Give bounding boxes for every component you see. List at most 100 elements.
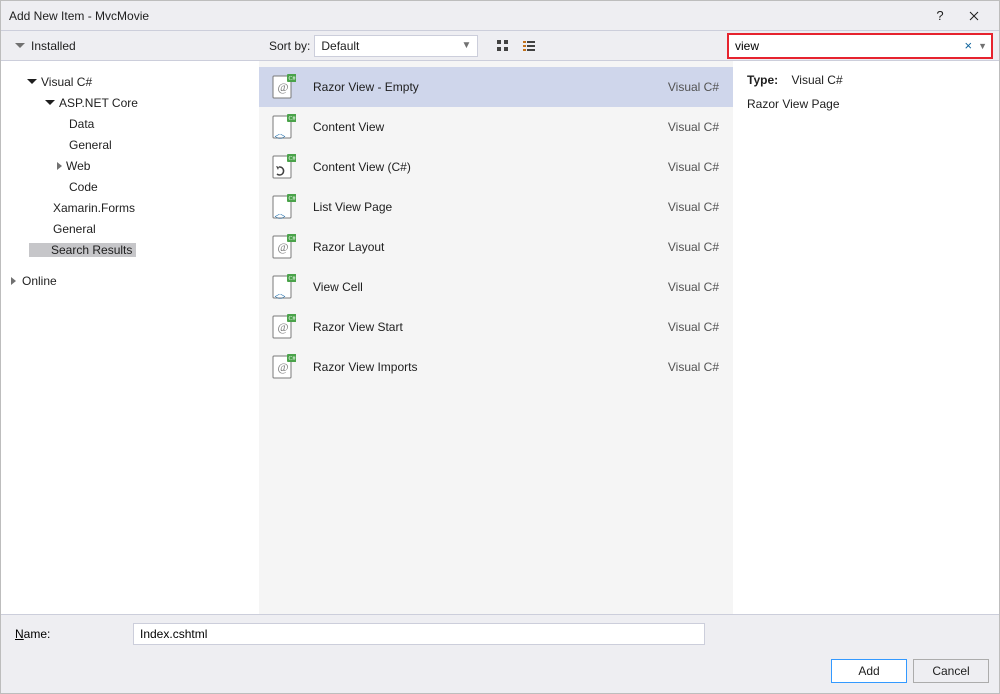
tree-label: Code bbox=[69, 180, 98, 194]
dialog-body: Visual C# ASP.NET Core Data General Web … bbox=[1, 61, 999, 614]
tree-label: Search Results bbox=[29, 243, 136, 257]
tree-label: Web bbox=[66, 159, 90, 173]
view-small-icons-button[interactable] bbox=[492, 35, 514, 57]
tree-node-search-results[interactable]: Search Results bbox=[7, 239, 253, 260]
template-language: Visual C# bbox=[668, 120, 719, 134]
tree-node-aspnet-core[interactable]: ASP.NET Core bbox=[7, 92, 253, 113]
expander-closed-icon bbox=[11, 277, 16, 285]
button-row: Add Cancel bbox=[11, 659, 989, 683]
template-icon: <> C# bbox=[269, 193, 297, 221]
add-button[interactable]: Add bbox=[831, 659, 907, 683]
tree-label: Data bbox=[69, 117, 94, 131]
tree-label: General bbox=[69, 138, 112, 152]
template-language: Visual C# bbox=[668, 280, 719, 294]
template-icon: @C# bbox=[269, 233, 297, 261]
expander-open-icon bbox=[27, 79, 37, 84]
tree-node-data[interactable]: Data bbox=[7, 113, 253, 134]
svg-text:@: @ bbox=[277, 80, 288, 94]
template-icon: <>C# bbox=[269, 113, 297, 141]
details-type-label: Type: bbox=[747, 73, 778, 87]
toolbar-row: Installed Sort by: Default ▼ × ▼ bbox=[1, 31, 999, 61]
template-icon: @C# bbox=[269, 313, 297, 341]
svg-text:C#: C# bbox=[288, 156, 295, 162]
tree-node-visual-csharp[interactable]: Visual C# bbox=[7, 71, 253, 92]
svg-text:@: @ bbox=[277, 360, 288, 374]
template-item[interactable]: @C# Razor View StartVisual C# bbox=[259, 307, 733, 347]
tree-header-label: Installed bbox=[31, 39, 76, 53]
details-description: Razor View Page bbox=[747, 97, 985, 111]
template-name: List View Page bbox=[313, 200, 668, 214]
template-language: Visual C# bbox=[668, 320, 719, 334]
window-title: Add New Item - MvcMovie bbox=[9, 9, 923, 23]
svg-text:C#: C# bbox=[288, 116, 295, 122]
sort-by-value: Default bbox=[321, 39, 359, 53]
dialog-footer: Name: Add Cancel bbox=[1, 614, 999, 693]
template-icon: @C# bbox=[269, 353, 297, 381]
tree-label: General bbox=[53, 222, 96, 236]
tree-node-general[interactable]: General bbox=[7, 218, 253, 239]
close-button[interactable] bbox=[957, 2, 991, 30]
svg-text:@: @ bbox=[277, 240, 288, 254]
tree-node-general-core[interactable]: General bbox=[7, 134, 253, 155]
template-item[interactable]: @C# Razor View ImportsVisual C# bbox=[259, 347, 733, 387]
name-input[interactable] bbox=[133, 623, 705, 645]
expander-closed-icon bbox=[57, 162, 62, 170]
search-dropdown-icon[interactable]: ▼ bbox=[976, 41, 989, 51]
tree-node-xamarin-forms[interactable]: Xamarin.Forms bbox=[7, 197, 253, 218]
template-item[interactable]: <>C#View CellVisual C# bbox=[259, 267, 733, 307]
template-icon: C# bbox=[269, 153, 297, 181]
tree-header-installed[interactable]: Installed bbox=[1, 31, 259, 60]
tree-label: Visual C# bbox=[41, 75, 92, 89]
tree-node-code[interactable]: Code bbox=[7, 176, 253, 197]
help-button[interactable]: ? bbox=[923, 2, 957, 30]
details-pane: Type: Visual C# Razor View Page bbox=[733, 61, 999, 614]
category-tree[interactable]: Visual C# ASP.NET Core Data General Web … bbox=[1, 61, 259, 614]
tree-label: Xamarin.Forms bbox=[53, 201, 135, 215]
template-language: Visual C# bbox=[668, 80, 719, 94]
template-item[interactable]: <> C# List View PageVisual C# bbox=[259, 187, 733, 227]
svg-text:C#: C# bbox=[288, 356, 295, 362]
template-name: Content View (C#) bbox=[313, 160, 668, 174]
template-language: Visual C# bbox=[668, 360, 719, 374]
search-input[interactable] bbox=[735, 39, 956, 53]
name-label: Name: bbox=[11, 627, 119, 641]
template-name: Razor View Imports bbox=[313, 360, 668, 374]
caret-down-icon bbox=[15, 43, 25, 48]
template-name: Content View bbox=[313, 120, 668, 134]
template-name: Razor View - Empty bbox=[313, 80, 668, 94]
template-item[interactable]: C# Content View (C#)Visual C# bbox=[259, 147, 733, 187]
tree-node-web[interactable]: Web bbox=[7, 155, 253, 176]
template-item[interactable]: <>C# Content ViewVisual C# bbox=[259, 107, 733, 147]
chevron-down-icon: ▼ bbox=[461, 40, 471, 51]
tree-node-online[interactable]: Online bbox=[7, 270, 253, 291]
template-language: Visual C# bbox=[668, 160, 719, 174]
svg-text:C#: C# bbox=[288, 196, 295, 202]
search-box[interactable]: × ▼ bbox=[727, 33, 993, 59]
svg-text:C#: C# bbox=[288, 76, 295, 82]
tree-label: ASP.NET Core bbox=[59, 96, 138, 110]
template-item[interactable]: @C# Razor View - EmptyVisual C# bbox=[259, 67, 733, 107]
svg-text:<>: <> bbox=[274, 212, 286, 220]
template-icon: <> C# bbox=[269, 273, 297, 301]
details-type-value: Visual C# bbox=[791, 73, 842, 87]
template-list[interactable]: @C#Razor View - EmptyVisual C#<>C#Conten… bbox=[259, 61, 733, 614]
clear-search-icon[interactable]: × bbox=[960, 38, 976, 53]
sort-by-label: Sort by: bbox=[269, 39, 310, 53]
sort-by-dropdown[interactable]: Default ▼ bbox=[314, 35, 478, 57]
view-list-button[interactable] bbox=[518, 35, 540, 57]
svg-text:C#: C# bbox=[288, 276, 295, 282]
details-type-row: Type: Visual C# bbox=[747, 73, 985, 87]
svg-text:C#: C# bbox=[288, 236, 295, 242]
template-item[interactable]: @C# Razor LayoutVisual C# bbox=[259, 227, 733, 267]
name-row: Name: bbox=[11, 623, 989, 645]
svg-text:<>: <> bbox=[274, 292, 286, 300]
cancel-button[interactable]: Cancel bbox=[913, 659, 989, 683]
sort-area: Sort by: Default ▼ bbox=[259, 35, 727, 57]
tree-label: Online bbox=[22, 274, 57, 288]
template-name: Razor View Start bbox=[313, 320, 668, 334]
svg-text:C#: C# bbox=[288, 316, 295, 322]
template-language: Visual C# bbox=[668, 200, 719, 214]
expander-open-icon bbox=[45, 100, 55, 105]
template-name: Razor Layout bbox=[313, 240, 668, 254]
template-language: Visual C# bbox=[668, 240, 719, 254]
